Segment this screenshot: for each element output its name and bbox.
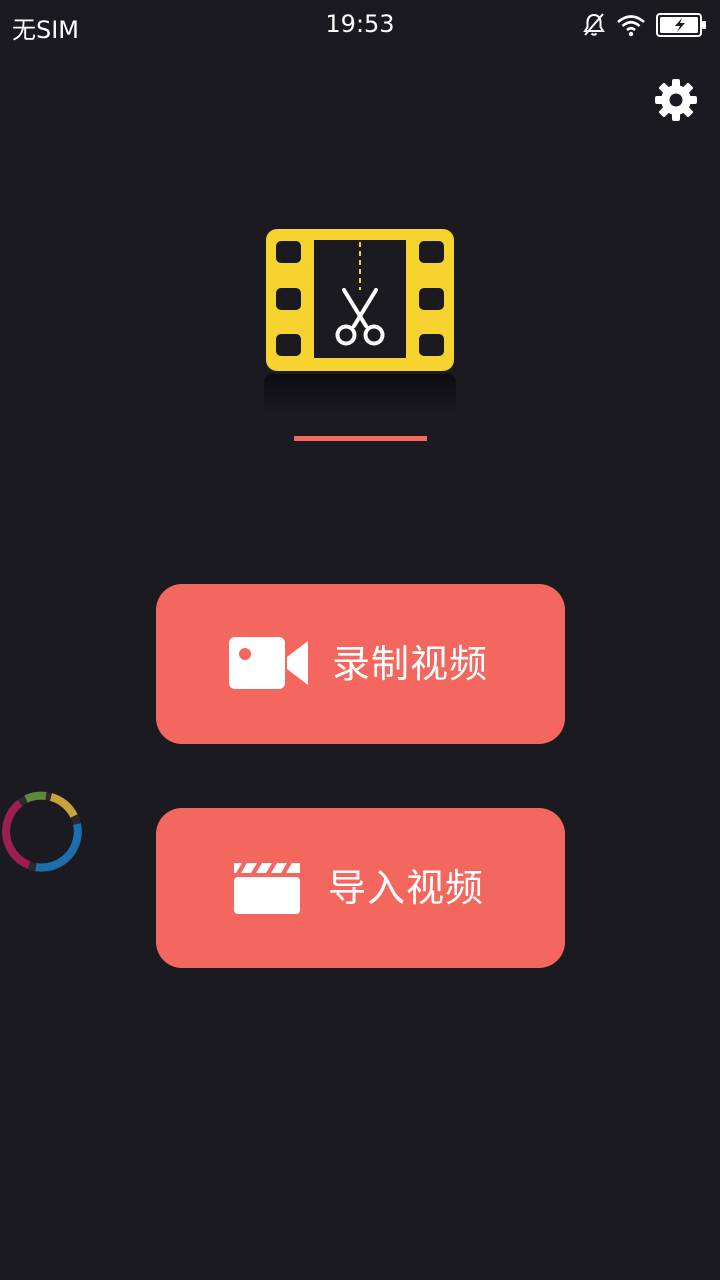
gear-icon: [654, 78, 698, 126]
status-bar: 无SIM 19:53: [0, 0, 720, 52]
settings-button[interactable]: [652, 78, 700, 126]
app-logo: [260, 226, 460, 416]
floating-widget[interactable]: [0, 786, 88, 878]
record-video-button[interactable]: 录制视频: [156, 584, 565, 744]
battery-charging-icon: [656, 12, 708, 38]
record-video-label: 录制视频: [332, 642, 489, 686]
home-screen: 无SIM 19:53 录制视频 导入视频: [0, 0, 720, 1280]
clapperboard-icon: [232, 859, 302, 919]
mute-bell-icon: [582, 12, 606, 38]
logo-underline: [294, 436, 427, 441]
loading-ring-icon: [0, 791, 88, 882]
wifi-icon: [616, 13, 646, 37]
import-video-label: 导入视频: [328, 866, 485, 910]
video-camera-icon: [229, 635, 309, 695]
import-video-button[interactable]: 导入视频: [156, 808, 565, 968]
status-icons: [582, 10, 708, 40]
film-scissors-icon: [260, 229, 460, 420]
